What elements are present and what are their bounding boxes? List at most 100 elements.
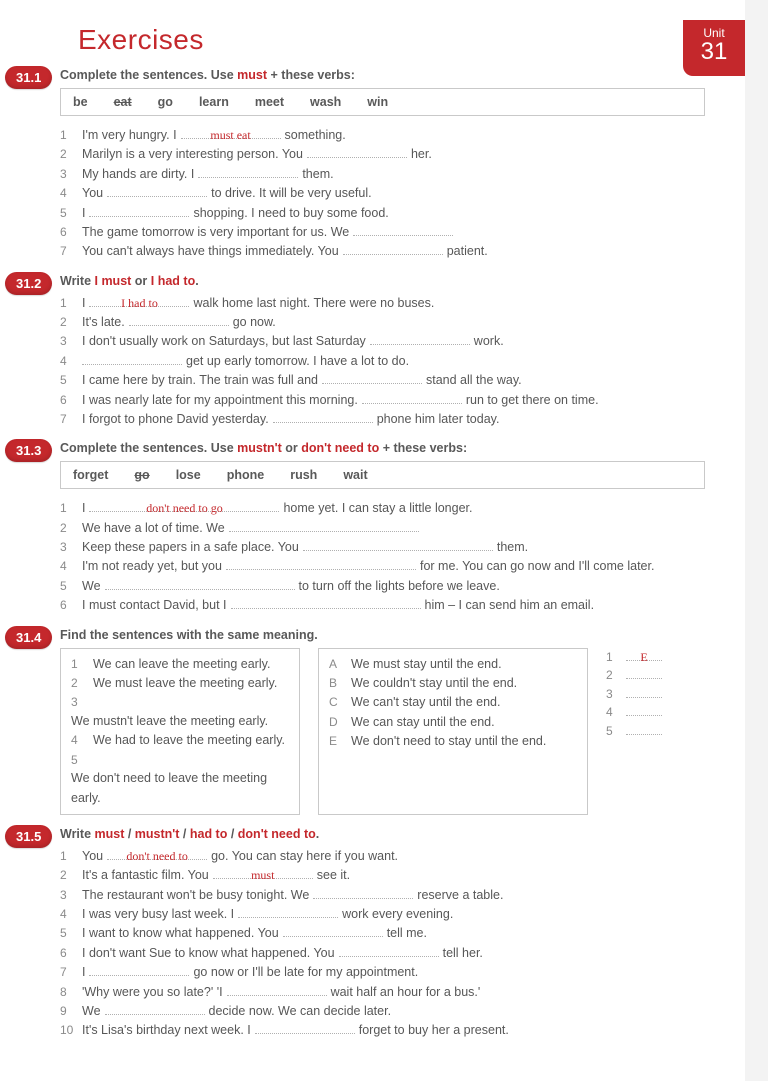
fill-blank[interactable]: must eat bbox=[181, 126, 281, 139]
item-number: 7 bbox=[60, 963, 74, 982]
fill-blank[interactable] bbox=[129, 313, 229, 326]
list-item: 5 I shopping. I need to buy some food. bbox=[60, 204, 705, 223]
fill-blank[interactable]: don't need to go bbox=[89, 499, 279, 512]
fill-blank[interactable] bbox=[89, 204, 189, 217]
list-item: 6 I must contact David, but I him – I ca… bbox=[60, 596, 705, 615]
item-number: 6 bbox=[60, 596, 74, 615]
text-before: I'm very hungry. I bbox=[82, 126, 177, 145]
list-item: 6 The game tomorrow is very important fo… bbox=[60, 223, 705, 242]
instruction: Find the sentences with the same meaning… bbox=[60, 628, 705, 642]
fill-blank[interactable] bbox=[303, 538, 493, 551]
fill-blank[interactable] bbox=[307, 145, 407, 158]
item-number: 1 bbox=[606, 648, 620, 667]
option-text: We had to leave the meeting early. bbox=[93, 731, 285, 750]
text-after: her. bbox=[411, 145, 432, 164]
list-item: 5 I came here by train. The train was fu… bbox=[60, 371, 705, 390]
text-after: shopping. I need to buy some food. bbox=[193, 204, 388, 223]
item-number: 2 bbox=[60, 519, 74, 538]
list-item: 2 It's a fantastic film. You must see it… bbox=[60, 866, 705, 885]
fill-blank[interactable] bbox=[283, 924, 383, 937]
option-text: We can't stay until the end. bbox=[351, 693, 500, 712]
item-list: 1 You don't need to go. You can stay her… bbox=[60, 847, 705, 1041]
list-item: 6 I don't want Sue to know what happened… bbox=[60, 944, 705, 963]
option-text: We can leave the meeting early. bbox=[93, 655, 270, 674]
list-item: 3 bbox=[606, 685, 666, 704]
item-number: 2 bbox=[60, 145, 74, 164]
text-before: 'Why were you so late?' 'I bbox=[82, 983, 223, 1002]
text-before: I came here by train. The train was full… bbox=[82, 371, 318, 390]
text-before: I was very busy last week. I bbox=[82, 905, 234, 924]
item-number: 3 bbox=[60, 165, 74, 184]
list-item: 4 get up early tomorrow. I have a lot to… bbox=[60, 352, 705, 371]
fill-blank[interactable]: must bbox=[213, 866, 313, 879]
fill-blank[interactable] bbox=[231, 596, 421, 609]
fill-blank[interactable] bbox=[626, 722, 662, 735]
fill-blank[interactable] bbox=[229, 519, 419, 532]
fill-blank[interactable] bbox=[626, 685, 662, 698]
item-number: 8 bbox=[60, 983, 74, 1002]
item-number: 5 bbox=[60, 924, 74, 943]
text-before: We have a lot of time. We bbox=[82, 519, 225, 538]
text-after: wait half an hour for a bus.' bbox=[331, 983, 481, 1002]
list-item: 5 bbox=[606, 722, 666, 741]
fill-blank[interactable]: I had to bbox=[89, 294, 189, 307]
item-number: 3 bbox=[60, 886, 74, 905]
option-text: We can stay until the end. bbox=[351, 713, 495, 732]
text-after: phone him later today. bbox=[377, 410, 500, 429]
text-after: them. bbox=[497, 538, 528, 557]
text-after: patient. bbox=[447, 242, 488, 261]
fill-blank[interactable] bbox=[255, 1021, 355, 1034]
list-item: 5We don't need to leave the meeting earl… bbox=[71, 751, 289, 808]
fill-blank[interactable] bbox=[322, 371, 422, 384]
right-column: AWe must stay until the end.BWe couldn't… bbox=[318, 648, 588, 815]
fill-blank[interactable] bbox=[89, 963, 189, 976]
instruction: Complete the sentences. Use must + these… bbox=[60, 68, 705, 82]
section-31-3: 31.3 Complete the sentences. Use mustn't… bbox=[60, 441, 705, 615]
item-number: 4 bbox=[60, 905, 74, 924]
fill-blank[interactable] bbox=[362, 391, 462, 404]
text-before: I bbox=[82, 499, 85, 518]
item-number: 4 bbox=[60, 557, 74, 576]
text-before: I don't usually work on Saturdays, but l… bbox=[82, 332, 366, 351]
fill-blank[interactable] bbox=[107, 184, 207, 197]
item-number: 5 bbox=[60, 371, 74, 390]
fill-blank[interactable] bbox=[626, 666, 662, 679]
item-number: 1 bbox=[60, 126, 74, 145]
section-badge: 31.3 bbox=[5, 439, 52, 462]
fill-blank[interactable] bbox=[105, 1002, 205, 1015]
option-text: We don't need to stay until the end. bbox=[351, 732, 546, 751]
text-after: work every evening. bbox=[342, 905, 453, 924]
item-number: 5 bbox=[71, 751, 85, 770]
list-item: 10 It's Lisa's birthday next week. I for… bbox=[60, 1021, 705, 1040]
text-before: I don't want Sue to know what happened. … bbox=[82, 944, 335, 963]
fill-blank[interactable] bbox=[227, 983, 327, 996]
fill-blank[interactable]: don't need to bbox=[107, 847, 207, 860]
fill-blank[interactable]: E bbox=[626, 648, 662, 661]
fill-blank[interactable] bbox=[82, 352, 182, 365]
item-number: 2 bbox=[60, 866, 74, 885]
item-number: 2 bbox=[606, 666, 620, 685]
text-after: to turn off the lights before we leave. bbox=[299, 577, 500, 596]
fill-blank[interactable] bbox=[226, 557, 416, 570]
list-item: 5 We to turn off the lights before we le… bbox=[60, 577, 705, 596]
fill-blank[interactable] bbox=[626, 703, 662, 716]
fill-blank[interactable] bbox=[353, 223, 453, 236]
fill-blank[interactable] bbox=[339, 944, 439, 957]
fill-blank[interactable] bbox=[105, 577, 295, 590]
section-31-5: 31.5 Write must / mustn't / had to / don… bbox=[60, 827, 705, 1041]
text-before: The game tomorrow is very important for … bbox=[82, 223, 349, 242]
fill-blank[interactable] bbox=[273, 410, 373, 423]
text-after: go now or I'll be late for my appointmen… bbox=[193, 963, 418, 982]
option-text: We must stay until the end. bbox=[351, 655, 502, 674]
fill-blank[interactable] bbox=[370, 332, 470, 345]
text-before: I forgot to phone David yesterday. bbox=[82, 410, 269, 429]
fill-blank[interactable] bbox=[198, 165, 298, 178]
fill-blank[interactable] bbox=[313, 886, 413, 899]
text-before: I was nearly late for my appointment thi… bbox=[82, 391, 358, 410]
item-number: C bbox=[329, 693, 343, 712]
list-item: 3 My hands are dirty. I them. bbox=[60, 165, 705, 184]
fill-blank[interactable] bbox=[238, 905, 338, 918]
text-before: It's Lisa's birthday next week. I bbox=[82, 1021, 251, 1040]
fill-blank[interactable] bbox=[343, 242, 443, 255]
text-before: We bbox=[82, 577, 101, 596]
